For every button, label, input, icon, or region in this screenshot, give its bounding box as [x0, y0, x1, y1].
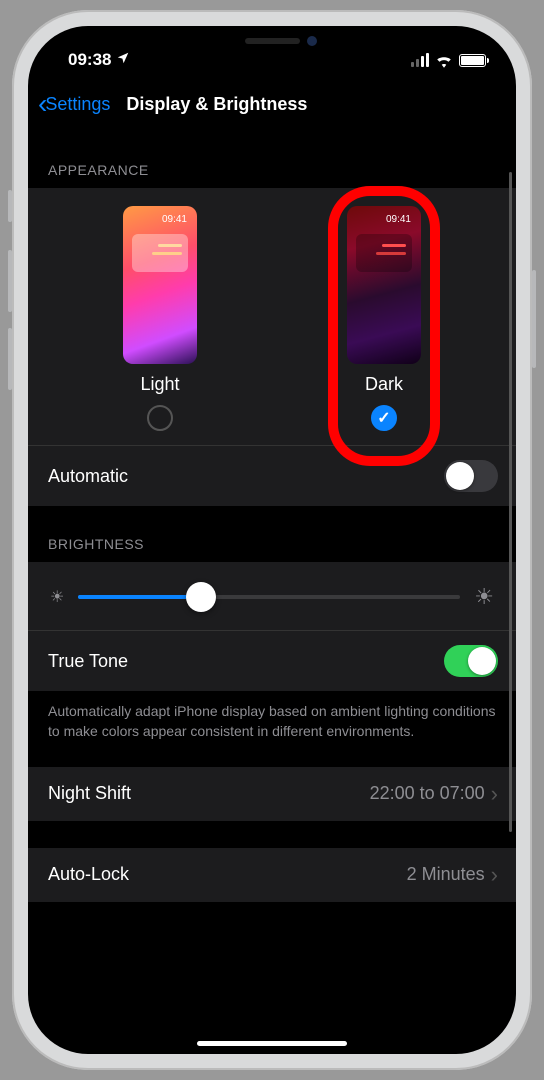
light-label: Light — [140, 374, 179, 395]
power-button — [532, 270, 536, 368]
brightness-header: BRIGHTNESS — [28, 506, 516, 562]
chevron-right-icon: › — [491, 864, 498, 886]
light-thumbnail: 09:41 — [123, 206, 197, 364]
auto-lock-label: Auto-Lock — [48, 864, 129, 885]
status-time: 09:38 — [68, 50, 111, 70]
notch — [167, 26, 377, 56]
back-button[interactable]: ‹ Settings — [38, 90, 110, 118]
mute-switch — [8, 190, 12, 222]
brightness-panel: ☀︎ ☀︎ True Tone — [28, 562, 516, 691]
appearance-header: APPEARANCE — [28, 132, 516, 188]
volume-up-button — [8, 250, 12, 312]
speaker-grille — [245, 38, 300, 44]
front-camera — [307, 36, 317, 46]
automatic-label: Automatic — [48, 466, 128, 487]
sun-large-icon: ☀︎ — [474, 584, 494, 610]
back-label: Settings — [45, 94, 110, 115]
brightness-slider[interactable] — [78, 595, 460, 599]
brightness-slider-row: ☀︎ ☀︎ — [28, 562, 516, 631]
night-shift-value: 22:00 to 07:00 — [370, 783, 485, 804]
light-radio[interactable] — [147, 405, 173, 431]
volume-down-button — [8, 328, 12, 390]
true-tone-label: True Tone — [48, 651, 128, 672]
automatic-toggle[interactable] — [444, 460, 498, 492]
scroll-indicator[interactable] — [509, 172, 512, 832]
iphone-frame: 09:38 ‹ Settings Display & Brightnes — [12, 10, 532, 1070]
content-area: APPEARANCE 09:41 Light 09:41 — [28, 132, 516, 1040]
appearance-panel: 09:41 Light 09:41 Dark — [28, 188, 516, 506]
cellular-signal-icon — [411, 53, 429, 67]
thumbnail-widget — [356, 234, 412, 272]
screen: 09:38 ‹ Settings Display & Brightnes — [28, 26, 516, 1054]
location-arrow-icon — [116, 50, 130, 70]
thumbnail-time: 09:41 — [386, 214, 411, 225]
night-shift-row[interactable]: Night Shift 22:00 to 07:00 › — [28, 766, 516, 821]
battery-icon — [459, 54, 486, 67]
home-indicator[interactable] — [197, 1041, 347, 1046]
wifi-icon — [435, 53, 453, 67]
page-title: Display & Brightness — [112, 94, 502, 115]
auto-lock-value: 2 Minutes — [407, 864, 485, 885]
automatic-row: Automatic — [28, 445, 516, 506]
navigation-bar: ‹ Settings Display & Brightness — [28, 76, 516, 132]
appearance-option-dark[interactable]: 09:41 Dark — [347, 206, 421, 431]
chevron-right-icon: › — [491, 783, 498, 805]
appearance-option-light[interactable]: 09:41 Light — [123, 206, 197, 431]
thumbnail-widget — [132, 234, 188, 272]
true-tone-footer: Automatically adapt iPhone display based… — [28, 691, 516, 766]
night-shift-label: Night Shift — [48, 783, 131, 804]
dark-label: Dark — [365, 374, 403, 395]
appearance-options: 09:41 Light 09:41 Dark — [28, 188, 516, 445]
true-tone-toggle[interactable] — [444, 645, 498, 677]
dark-radio[interactable] — [371, 405, 397, 431]
thumbnail-time: 09:41 — [162, 214, 187, 225]
auto-lock-row[interactable]: Auto-Lock 2 Minutes › — [28, 847, 516, 902]
sun-small-icon: ☀︎ — [50, 587, 64, 607]
true-tone-row: True Tone — [28, 631, 516, 691]
dark-thumbnail: 09:41 — [347, 206, 421, 364]
